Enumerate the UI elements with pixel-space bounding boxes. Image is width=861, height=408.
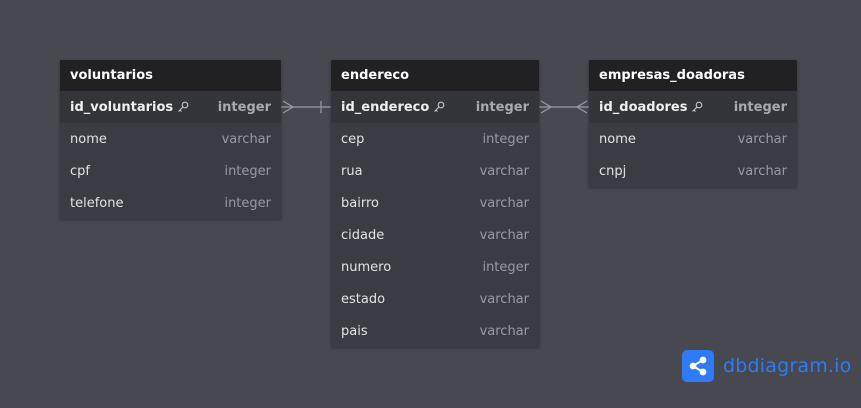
field-type: varchar	[479, 323, 529, 339]
field-name: telefone	[70, 195, 124, 211]
table-field-row[interactable]: bairro varchar	[331, 187, 539, 219]
field-type: integer	[224, 163, 271, 179]
table-field-row[interactable]: id_doadores integer	[589, 91, 797, 123]
table-field-row[interactable]: estado varchar	[331, 283, 539, 315]
field-name: bairro	[341, 195, 379, 211]
field-type: integer	[217, 99, 271, 115]
field-name: nome	[599, 131, 636, 147]
field-name: cep	[341, 131, 365, 147]
field-type: integer	[482, 131, 529, 147]
field-name: cidade	[341, 227, 385, 243]
table-field-row[interactable]: cep integer	[331, 123, 539, 155]
relationship-endereco-empresas[interactable]	[539, 100, 589, 114]
field-name: rua	[341, 163, 363, 179]
field-type: integer	[482, 259, 529, 275]
table-header[interactable]: empresas_doadoras	[589, 60, 797, 91]
table-endereco[interactable]: endereco id_endereco integer cep integer…	[331, 60, 539, 347]
table-field-row[interactable]: cnpj varchar	[589, 155, 797, 187]
field-type: varchar	[479, 195, 529, 211]
field-type: integer	[733, 99, 787, 115]
field-name: id_voluntarios	[70, 100, 189, 115]
dbdiagram-brand[interactable]: dbdiagram.io	[682, 350, 851, 382]
table-field-row[interactable]: id_endereco integer	[331, 91, 539, 123]
field-type: varchar	[737, 163, 787, 179]
table-field-row[interactable]: nome varchar	[589, 123, 797, 155]
table-field-row[interactable]: pais varchar	[331, 315, 539, 347]
field-type: varchar	[221, 131, 271, 147]
field-name: numero	[341, 259, 392, 275]
field-name: cnpj	[599, 163, 627, 179]
field-name: estado	[341, 291, 386, 307]
table-field-row[interactable]: numero integer	[331, 251, 539, 283]
table-field-row[interactable]: telefone integer	[60, 187, 281, 219]
field-name: cpf	[70, 163, 90, 179]
key-icon	[178, 101, 189, 112]
table-field-row[interactable]: rua varchar	[331, 155, 539, 187]
table-field-row[interactable]: cpf integer	[60, 155, 281, 187]
field-name: nome	[70, 131, 107, 147]
table-empresas-doadoras[interactable]: empresas_doadoras id_doadores integer no…	[589, 60, 797, 187]
table-header[interactable]: voluntarios	[60, 60, 281, 91]
share-icon	[682, 350, 714, 382]
key-icon	[692, 101, 703, 112]
field-type: varchar	[479, 291, 529, 307]
field-type: integer	[475, 99, 529, 115]
relationship-voluntarios-endereco[interactable]	[281, 100, 331, 114]
field-type: varchar	[479, 227, 529, 243]
brand-name: dbdiagram.io	[723, 355, 852, 377]
table-field-row[interactable]: nome varchar	[60, 123, 281, 155]
field-name: id_doadores	[599, 100, 703, 115]
diagram-canvas[interactable]: voluntarios id_voluntarios integer nome …	[0, 0, 861, 408]
field-type: integer	[224, 195, 271, 211]
table-voluntarios[interactable]: voluntarios id_voluntarios integer nome …	[60, 60, 281, 219]
table-field-row[interactable]: id_voluntarios integer	[60, 91, 281, 123]
table-header[interactable]: endereco	[331, 60, 539, 91]
field-type: varchar	[737, 131, 787, 147]
key-icon	[434, 101, 445, 112]
field-type: varchar	[479, 163, 529, 179]
field-name: pais	[341, 323, 368, 339]
table-field-row[interactable]: cidade varchar	[331, 219, 539, 251]
field-name: id_endereco	[341, 100, 445, 115]
